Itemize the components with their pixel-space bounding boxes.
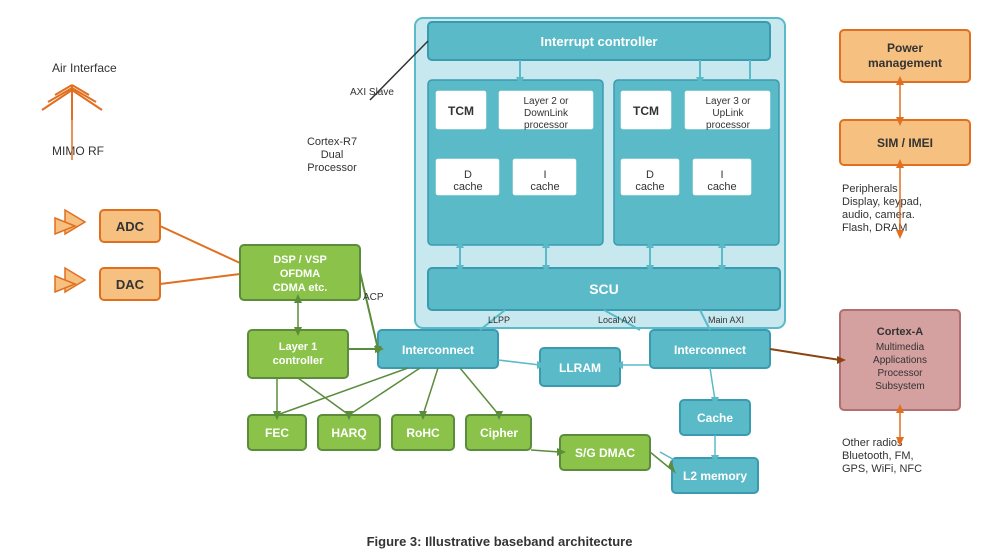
- dac-label: DAC: [116, 277, 145, 292]
- diagram-container: Air Interface MIMO RF ADC DAC: [0, 0, 999, 559]
- peripherals-label-2: Display, keypad,: [842, 196, 922, 208]
- acp-label: ACP: [363, 292, 384, 303]
- layer2-label-1: Layer 2 or: [523, 96, 569, 107]
- harq-label: HARQ: [331, 426, 366, 440]
- cipher-label: Cipher: [480, 426, 518, 440]
- interconnect1-label: Interconnect: [402, 343, 474, 357]
- l2memory-label: L2 memory: [683, 469, 747, 483]
- dsp-label-3: CDMA etc.: [273, 282, 328, 294]
- llram-label: LLRAM: [559, 361, 601, 375]
- cortex-a-label-3: Applications: [873, 355, 927, 366]
- axi-slave-label: AXI Slave: [350, 87, 394, 98]
- layer2-label-2: DownLink: [524, 108, 569, 119]
- llpp-label: LLPP: [488, 315, 510, 325]
- local-axi-label: Local AXI: [598, 315, 636, 325]
- interconnect2-label: Interconnect: [674, 343, 746, 357]
- other-radios-label-3: GPS, WiFi, NFC: [842, 463, 922, 475]
- layer3-label-1: Layer 3 or: [705, 96, 751, 107]
- cortex-a-label-2: Multimedia: [876, 342, 925, 353]
- icache1-label-2: cache: [530, 181, 559, 193]
- cortex-r7-label-2: Dual: [321, 149, 344, 161]
- figure-caption: Figure 3: Illustrative baseband architec…: [367, 534, 633, 549]
- layer2-label-3: processor: [524, 120, 569, 131]
- cortex-a-label-5: Subsystem: [875, 381, 924, 392]
- layer1-label-1: Layer 1: [279, 341, 318, 353]
- dsp-label-2: OFDMA: [280, 268, 320, 280]
- icache1-label-1: I: [543, 169, 546, 181]
- layer1-label-2: controller: [273, 355, 324, 367]
- cortex-r7-label-1: Cortex-R7: [307, 136, 357, 148]
- tcm1-label: TCM: [448, 104, 474, 118]
- icache2-label-2: cache: [707, 181, 736, 193]
- cortex-a-label-4: Processor: [877, 368, 923, 379]
- dcache2-label-2: cache: [635, 181, 664, 193]
- other-radios-label-2: Bluetooth, FM,: [842, 450, 914, 462]
- dcache2-label-1: D: [646, 169, 654, 181]
- power-mgmt-label-2: management: [868, 56, 942, 70]
- rohc-label: RoHC: [406, 426, 440, 440]
- adc-label: ADC: [116, 219, 145, 234]
- fec-label: FEC: [265, 426, 289, 440]
- power-mgmt-label-1: Power: [887, 41, 923, 55]
- cache-label: Cache: [697, 411, 733, 425]
- interrupt-controller-label: Interrupt controller: [540, 34, 657, 49]
- mimo-rf-label: MIMO RF: [52, 144, 104, 158]
- other-radios-label-1: Other radios: [842, 437, 903, 449]
- tcm2-label: TCM: [633, 104, 659, 118]
- dsp-label-1: DSP / VSP: [273, 254, 327, 266]
- dcache1-label-2: cache: [453, 181, 482, 193]
- air-interface-label: Air Interface: [52, 61, 117, 75]
- icache2-label-1: I: [720, 169, 723, 181]
- dcache1-label-1: D: [464, 169, 472, 181]
- architecture-diagram: Air Interface MIMO RF ADC DAC: [0, 0, 999, 559]
- cortex-a-label-1: Cortex-A: [877, 326, 924, 338]
- sim-imei-label: SIM / IMEI: [877, 136, 933, 150]
- scu-label: SCU: [589, 281, 619, 297]
- layer3-label-3: processor: [706, 120, 751, 131]
- peripherals-label-3: audio, camera.: [842, 209, 915, 221]
- layer3-label-2: UpLink: [712, 108, 744, 119]
- cortex-r7-label-3: Processor: [307, 162, 357, 174]
- peripherals-label-1: Peripherals: [842, 183, 898, 195]
- main-axi-label: Main AXI: [708, 315, 744, 325]
- sgdmac-label: S/G DMAC: [575, 446, 635, 460]
